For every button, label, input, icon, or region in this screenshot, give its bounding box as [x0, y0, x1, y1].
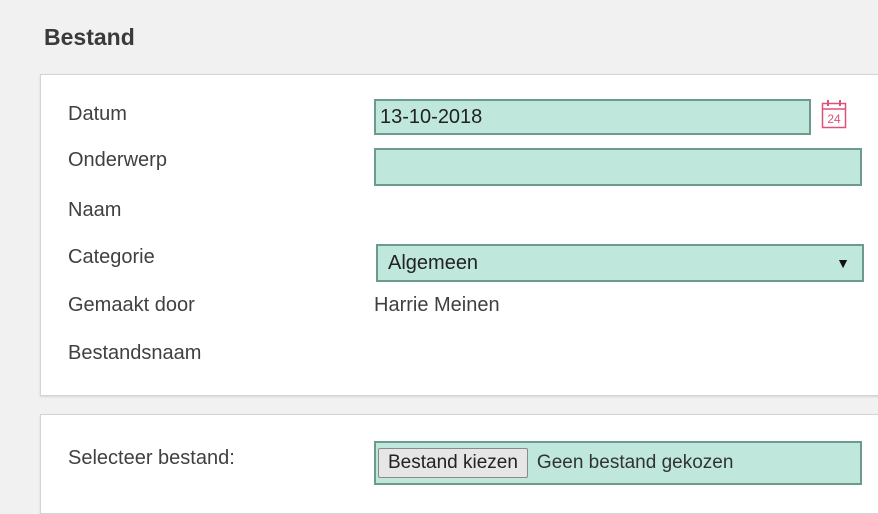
chevron-down-icon: ▼	[836, 255, 850, 271]
categorie-select[interactable]: Algemeen ▼	[376, 244, 864, 282]
select-file-label: Selecteer bestand:	[68, 447, 235, 469]
categorie-selected-value: Algemeen	[388, 251, 479, 274]
calendar-day: 24	[827, 112, 841, 126]
gemaakt-door-value: Harrie Meinen	[374, 294, 500, 316]
onderwerp-label: Onderwerp	[68, 149, 167, 171]
categorie-label: Categorie	[68, 246, 155, 268]
bestandsnaam-label: Bestandsnaam	[68, 342, 202, 364]
file-input[interactable]: Bestand kiezen Geen bestand gekozen	[374, 441, 862, 485]
datum-label: Datum	[68, 103, 127, 125]
onderwerp-field[interactable]	[374, 148, 862, 186]
page-title: Bestand	[44, 24, 135, 50]
calendar-icon[interactable]: 24	[821, 99, 847, 129]
choose-file-button[interactable]: Bestand kiezen	[378, 448, 528, 478]
gemaakt-door-label: Gemaakt door	[68, 294, 195, 316]
naam-label: Naam	[68, 199, 122, 221]
datum-field[interactable]: 13-10-2018	[374, 99, 811, 135]
file-status-text: Geen bestand gekozen	[536, 452, 734, 473]
